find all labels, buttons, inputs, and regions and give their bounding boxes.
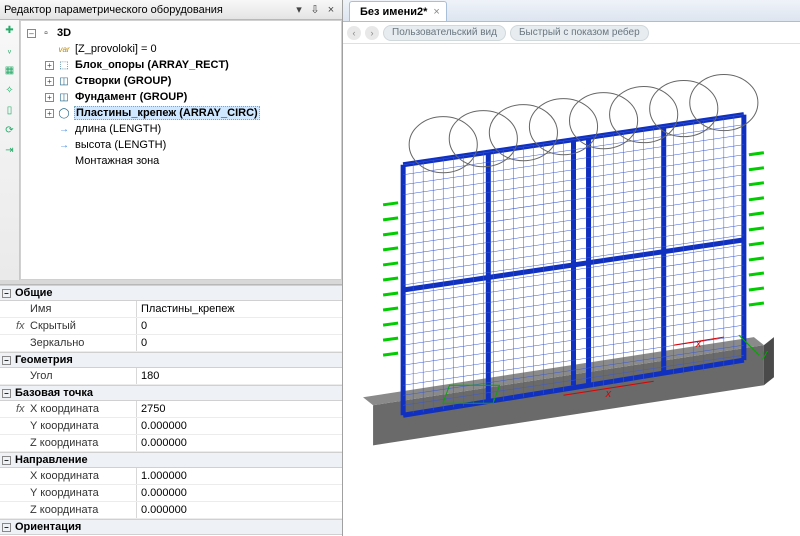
toolbar-btn-3[interactable]: ▦ [2, 62, 18, 78]
panel-header: Редактор параметрического оборудования ▾… [0, 0, 342, 20]
tree-node-block-opory[interactable]: + ⬚ Блок_опоры (ARRAY_RECT) [23, 57, 339, 73]
model-render: x x y [343, 44, 800, 536]
tree-node-plastiny[interactable]: + ◯ Пластины_крепеж (ARRAY_CIRC) [23, 105, 339, 121]
prop-mirror[interactable]: Зеркально0 [0, 335, 342, 352]
category-orientation[interactable]: –Ориентация [0, 519, 342, 535]
toolbar-btn-5[interactable]: ▯ [2, 102, 18, 118]
render-mode-pill[interactable]: Быстрый с показом ребер [510, 25, 649, 41]
object-tree[interactable]: – ▫ 3D var [Z_provoloki] = 0 + ⬚ Блок_оп… [20, 20, 342, 280]
view-mode-pill[interactable]: Пользовательский вид [383, 25, 506, 41]
expand-icon[interactable]: + [45, 77, 54, 86]
panel-title: Редактор параметрического оборудования [4, 4, 290, 16]
panel-pin-icon[interactable]: ⇩ [308, 3, 322, 17]
tree-node-stvorki[interactable]: + ◫ Створки (GROUP) [23, 73, 339, 89]
toolbar-btn-1[interactable]: ✚ [2, 22, 18, 38]
tab-label: Без имени2* [360, 6, 427, 18]
prop-name[interactable]: ИмяПластины_крепеж [0, 301, 342, 318]
tree-node-variable[interactable]: var [Z_provoloki] = 0 [23, 41, 339, 57]
viewport-panel: Без имени2* × ‹ › Пользовательский вид Б… [343, 0, 800, 536]
group-icon: ◫ [57, 90, 71, 104]
tree-node-3d[interactable]: – ▫ 3D [23, 25, 339, 41]
array-rect-icon: ⬚ [57, 58, 71, 72]
prop-bx[interactable]: fxX координата2750 [0, 401, 342, 418]
3d-viewport[interactable]: x x y [343, 44, 800, 536]
toolbar-btn-4[interactable]: ✧ [2, 82, 18, 98]
prop-dz[interactable]: Z координата0.000000 [0, 502, 342, 519]
array-circ-icon: ◯ [57, 106, 71, 120]
prop-bz[interactable]: Z координата0.000000 [0, 435, 342, 452]
prop-angle[interactable]: Угол180 [0, 368, 342, 385]
expand-icon[interactable]: + [45, 93, 54, 102]
variable-icon: var [57, 42, 71, 56]
node-icon: ▫ [39, 26, 53, 40]
prop-dx[interactable]: X координата1.000000 [0, 468, 342, 485]
prop-hidden[interactable]: fxСкрытый0 [0, 318, 342, 335]
category-geometry[interactable]: –Геометрия [0, 352, 342, 368]
editor-toolbar: ✚ ᵥ ▦ ✧ ▯ ⟳ ⇥ [0, 20, 20, 280]
svg-text:x: x [695, 338, 702, 350]
expand-icon[interactable]: + [45, 109, 54, 118]
view-breadcrumb-bar: ‹ › Пользовательский вид Быстрый с показ… [343, 22, 800, 44]
category-common[interactable]: –Общие [0, 285, 342, 301]
prop-dy[interactable]: Y координата0.000000 [0, 485, 342, 502]
category-basepoint[interactable]: –Базовая точка [0, 385, 342, 401]
prop-by[interactable]: Y координата0.000000 [0, 418, 342, 435]
property-grid[interactable]: –Общие ИмяПластины_крепеж fxСкрытый0 Зер… [0, 284, 342, 536]
svg-text:x: x [605, 388, 612, 400]
toolbar-btn-2[interactable]: ᵥ [2, 42, 18, 58]
category-direction[interactable]: –Направление [0, 452, 342, 468]
toolbar-btn-7[interactable]: ⇥ [2, 142, 18, 158]
length-icon: → [57, 138, 71, 152]
tree-node-montazh[interactable]: Монтажная зона [23, 153, 339, 169]
expand-icon[interactable]: + [45, 61, 54, 70]
panel-menu-dropdown-icon[interactable]: ▾ [292, 3, 306, 17]
document-tab[interactable]: Без имени2* × [349, 1, 447, 21]
tree-node-dlina[interactable]: → длина (LENGTH) [23, 121, 339, 137]
zone-icon [57, 154, 71, 168]
nav-forward-icon[interactable]: › [365, 26, 379, 40]
collapse-icon[interactable]: – [27, 29, 36, 38]
toolbar-btn-6[interactable]: ⟳ [2, 122, 18, 138]
tree-node-vysota[interactable]: → высота (LENGTH) [23, 137, 339, 153]
length-icon: → [57, 122, 71, 136]
tree-node-fundament[interactable]: + ◫ Фундамент (GROUP) [23, 89, 339, 105]
tab-close-icon[interactable]: × [433, 6, 439, 18]
panel-close-icon[interactable]: × [324, 3, 338, 17]
document-tabbar: Без имени2* × [343, 0, 800, 22]
group-icon: ◫ [57, 74, 71, 88]
nav-back-icon[interactable]: ‹ [347, 26, 361, 40]
parametric-editor-panel: Редактор параметрического оборудования ▾… [0, 0, 343, 536]
